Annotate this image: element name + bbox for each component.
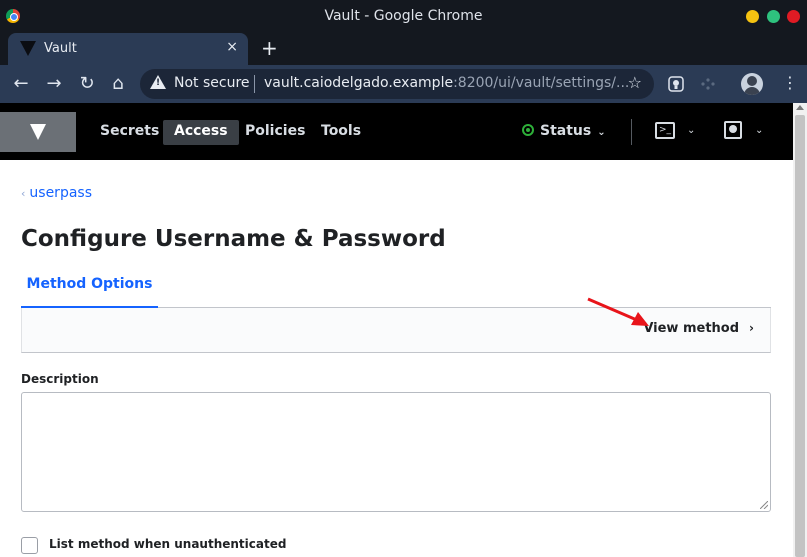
description-field[interactable] — [21, 392, 771, 512]
description-label: Description — [21, 372, 99, 386]
vault-logo[interactable] — [0, 112, 76, 152]
tab-title: Vault — [44, 41, 77, 56]
status-label: Status — [540, 123, 592, 139]
user-icon[interactable] — [724, 121, 742, 139]
scroll-up-icon[interactable] — [796, 105, 804, 110]
warning-icon[interactable] — [150, 75, 166, 89]
extension-bulb-icon[interactable] — [668, 76, 684, 92]
security-status[interactable]: Not secure — [174, 75, 250, 91]
url-path: :8200/ui/vault/settings/... — [453, 75, 630, 91]
list-unauthenticated-checkbox[interactable] — [21, 537, 38, 554]
annotation-arrow — [587, 297, 649, 326]
page-title: Configure Username & Password — [21, 226, 446, 252]
user-chevron-down-icon[interactable]: ⌄ — [755, 125, 763, 136]
chevron-left-icon: ‹ — [21, 187, 26, 200]
nav-policies[interactable]: Policies — [234, 120, 316, 145]
url-host: vault.caiodelgado.example — [264, 75, 454, 91]
chevron-right-icon: › — [749, 321, 754, 335]
tab-strip: Vault × + — [0, 33, 807, 65]
forward-icon[interactable]: → — [44, 73, 64, 94]
vault-logo-icon — [30, 124, 46, 140]
bookmark-star-icon[interactable]: ☆ — [628, 73, 642, 92]
address-bar[interactable]: Not secure vault.caiodelgado.example:820… — [140, 69, 654, 99]
console-chevron-down-icon[interactable]: ⌄ — [687, 125, 695, 136]
browser-toolbar: ← → ↻ ⌂ Not secure vault.caiodelgado.exa… — [0, 65, 807, 103]
minimize-window-button[interactable] — [746, 10, 759, 23]
reload-icon[interactable]: ↻ — [77, 73, 97, 94]
close-tab-icon[interactable]: × — [226, 39, 238, 55]
status-ok-icon — [522, 124, 534, 136]
method-toolbar: View method › — [21, 308, 771, 353]
address-divider — [254, 75, 255, 93]
list-unauthenticated-label[interactable]: List method when unauthenticated — [49, 537, 286, 551]
breadcrumb-link[interactable]: userpass — [29, 185, 92, 201]
breadcrumb[interactable]: ‹ userpass — [21, 185, 92, 201]
extension-puzzle-icon[interactable] — [699, 76, 717, 92]
back-icon[interactable]: ← — [11, 73, 31, 94]
scrollbar-thumb[interactable] — [795, 115, 805, 557]
maximize-window-button[interactable] — [767, 10, 780, 23]
chevron-down-icon: ⌄ — [597, 127, 606, 138]
vault-favicon-icon — [20, 41, 36, 56]
new-tab-button[interactable]: + — [261, 36, 278, 60]
console-icon[interactable]: >_ — [655, 122, 675, 139]
nav-tools[interactable]: Tools — [310, 120, 372, 145]
home-icon[interactable]: ⌂ — [108, 73, 128, 94]
resize-grip-icon[interactable] — [760, 501, 768, 509]
tab-method-options[interactable]: Method Options — [21, 266, 158, 308]
browser-menu-icon[interactable]: ⋮ — [782, 73, 798, 92]
vault-navbar: Secrets Access Policies Tools Status ⌄ >_… — [0, 103, 793, 160]
page-scrollbar[interactable] — [793, 103, 807, 557]
url-text[interactable]: vault.caiodelgado.example:8200/ui/vault/… — [264, 75, 629, 91]
window-title: Vault - Google Chrome — [324, 8, 483, 24]
profile-avatar[interactable] — [741, 73, 763, 95]
nav-access[interactable]: Access — [163, 120, 239, 145]
view-method-label: View method — [643, 321, 740, 336]
tab-bar: Method Options — [21, 266, 771, 308]
nav-secrets[interactable]: Secrets — [89, 120, 170, 145]
close-window-button[interactable] — [787, 10, 800, 23]
window-titlebar: Vault - Google Chrome — [0, 0, 807, 33]
nav-divider — [631, 119, 632, 145]
view-method-link[interactable]: View method › — [643, 321, 754, 336]
status-menu[interactable]: Status ⌄ — [522, 123, 606, 139]
browser-tab-vault[interactable]: Vault × — [8, 33, 248, 65]
